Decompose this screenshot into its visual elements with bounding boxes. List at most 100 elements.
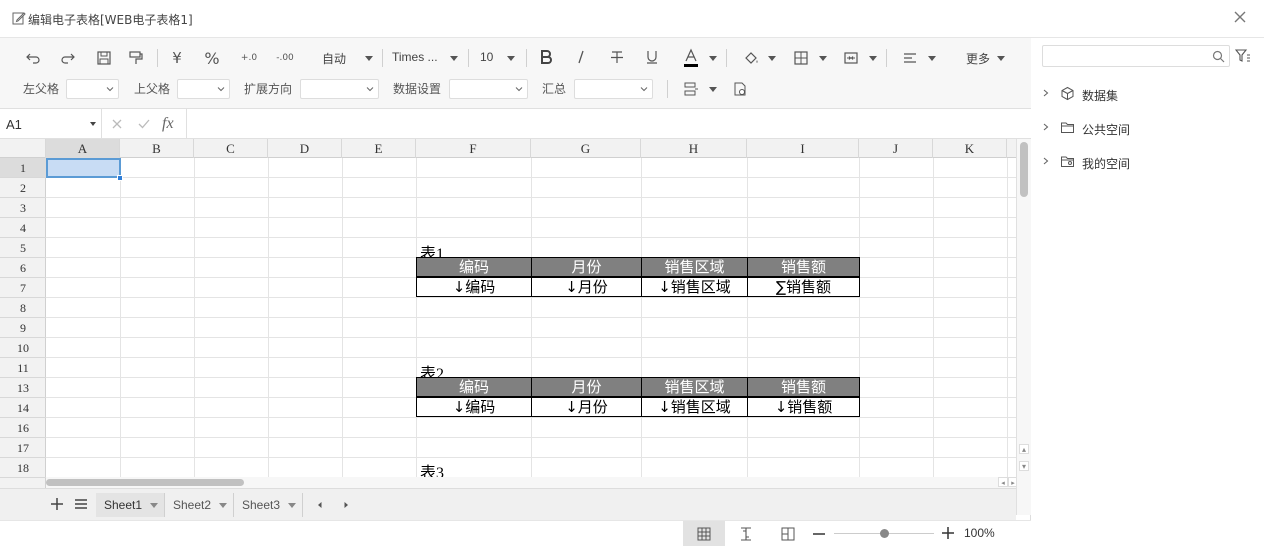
row-header[interactable]: 6 [0, 258, 46, 278]
zoom-in-icon[interactable] [941, 526, 955, 540]
fill-color-button[interactable] [740, 47, 762, 69]
tree-item-dataset[interactable]: 数据集 [1042, 84, 1252, 104]
table-data-cell[interactable]: ↓销售区域 [641, 397, 748, 417]
merge-cells-button[interactable] [840, 47, 862, 69]
row-header[interactable]: 11 [0, 358, 46, 378]
table-header-cell[interactable]: 月份 [531, 377, 642, 397]
data-settings-select[interactable] [449, 79, 528, 99]
sheet-tab[interactable]: Sheet2 [165, 493, 234, 517]
table-data-cell[interactable]: ↓编码 [416, 397, 532, 417]
report-settings-button[interactable] [729, 78, 751, 100]
table-data-cell[interactable]: ∑销售额 [747, 277, 860, 297]
column-header[interactable]: F [416, 139, 531, 158]
table-header-cell[interactable]: 销售区域 [641, 377, 748, 397]
tree-item-public-space[interactable]: 公共空间 [1042, 118, 1252, 138]
next-sheet-icon[interactable] [341, 500, 351, 510]
zoom-out-icon[interactable] [812, 527, 826, 541]
decrease-decimal-button[interactable]: -.00 [272, 48, 298, 68]
row-header[interactable]: 5 [0, 238, 46, 258]
prev-sheet-icon[interactable] [315, 500, 325, 510]
sheet-list-button[interactable] [72, 494, 90, 514]
scroll-down-icon[interactable]: ▾ [1019, 461, 1029, 471]
currency-button[interactable]: ¥ [166, 48, 188, 68]
scroll-left-icon[interactable]: ◂ [998, 477, 1008, 487]
cell-layout-button[interactable] [680, 78, 702, 100]
font-name-select[interactable]: Times ... [392, 50, 438, 64]
left-parent-select[interactable] [66, 79, 119, 99]
fx-icon[interactable]: fx [162, 115, 174, 133]
horizontal-scrollbar[interactable]: ◂ ▸ [46, 477, 1018, 488]
zoom-slider-knob[interactable] [879, 529, 889, 538]
italic-button[interactable] [570, 46, 592, 68]
row-header[interactable]: 10 [0, 338, 46, 358]
chevron-right-icon[interactable] [1042, 156, 1050, 166]
column-header[interactable]: H [641, 139, 747, 158]
increase-decimal-button[interactable]: +.0 [236, 48, 262, 68]
table-data-cell[interactable]: ↓销售额 [747, 397, 860, 417]
filter-icon[interactable] [1235, 49, 1251, 63]
column-header[interactable]: E [342, 139, 416, 158]
table-data-cell[interactable]: ↓月份 [531, 397, 642, 417]
row-header[interactable]: 4 [0, 218, 46, 238]
column-header[interactable]: D [268, 139, 342, 158]
formula-input[interactable] [186, 109, 1031, 139]
more-button[interactable]: 更多 [966, 50, 990, 67]
undo-button[interactable] [22, 48, 44, 68]
redo-button[interactable] [57, 48, 79, 68]
add-sheet-button[interactable] [48, 494, 66, 514]
number-format-select[interactable]: 自动 [322, 50, 346, 67]
horizontal-scroll-thumb[interactable] [46, 479, 244, 486]
close-icon[interactable] [1232, 9, 1248, 25]
font-size-select[interactable]: 10 [480, 50, 493, 64]
table-header-cell[interactable]: 月份 [531, 257, 642, 277]
summary-select[interactable] [574, 79, 653, 99]
row-header[interactable]: 18 [0, 458, 46, 478]
column-header[interactable]: J [859, 139, 933, 158]
cancel-icon[interactable] [111, 118, 123, 130]
vertical-scrollbar[interactable]: ▴ ▾ [1016, 139, 1031, 515]
upper-parent-select[interactable] [177, 79, 230, 99]
format-painter-button[interactable] [125, 48, 147, 68]
border-button[interactable] [790, 47, 812, 69]
column-header[interactable]: B [120, 139, 194, 158]
bold-button[interactable] [535, 46, 557, 68]
sheet-tab[interactable]: Sheet1 [96, 493, 165, 517]
row-header[interactable]: 3 [0, 198, 46, 218]
column-header[interactable]: K [933, 139, 1007, 158]
underline-button[interactable] [641, 46, 663, 68]
row-header[interactable]: 14 [0, 398, 46, 418]
search-icon[interactable] [1212, 50, 1225, 63]
vertical-scroll-thumb[interactable] [1020, 142, 1028, 197]
table-data-cell[interactable]: ↓月份 [531, 277, 642, 297]
expand-direction-select[interactable] [300, 79, 379, 99]
corner-cell[interactable] [0, 139, 46, 158]
confirm-icon[interactable] [138, 118, 150, 130]
row-header[interactable]: 16 [0, 418, 46, 438]
page-break-view-icon[interactable] [739, 527, 753, 541]
tree-item-my-space[interactable]: 我的空间 [1042, 152, 1252, 172]
scroll-up-icon[interactable]: ▴ [1019, 444, 1029, 454]
cell-grid[interactable]: 表1 编码 月份 销售区域 销售额 ↓编码 ↓月份 ↓销售区域 ∑销售额 表2 … [46, 158, 1016, 488]
row-header[interactable]: 1 [0, 158, 46, 178]
row-header[interactable]: 13 [0, 378, 46, 398]
sheet-tab[interactable]: Sheet3 [234, 493, 303, 517]
font-color-button[interactable] [680, 46, 702, 70]
chevron-right-icon[interactable] [1042, 122, 1050, 132]
zoom-slider[interactable] [834, 529, 934, 538]
page-layout-view-icon[interactable] [781, 527, 795, 541]
table-data-cell[interactable]: ↓编码 [416, 277, 532, 297]
chevron-right-icon[interactable] [1042, 88, 1050, 98]
table-header-cell[interactable]: 销售区域 [641, 257, 748, 277]
align-button[interactable] [899, 47, 921, 69]
normal-view-button[interactable] [683, 521, 725, 546]
table-header-cell[interactable]: 销售额 [747, 257, 860, 277]
column-header[interactable]: I [747, 139, 859, 158]
table-header-cell[interactable]: 编码 [416, 377, 532, 397]
row-header[interactable]: 7 [0, 278, 46, 298]
table-data-cell[interactable]: ↓销售区域 [641, 277, 748, 297]
percent-button[interactable]: % [201, 48, 223, 68]
strikethrough-button[interactable] [606, 46, 628, 68]
row-header[interactable]: 8 [0, 298, 46, 318]
row-header[interactable]: 2 [0, 178, 46, 198]
selected-cell[interactable] [46, 158, 121, 178]
